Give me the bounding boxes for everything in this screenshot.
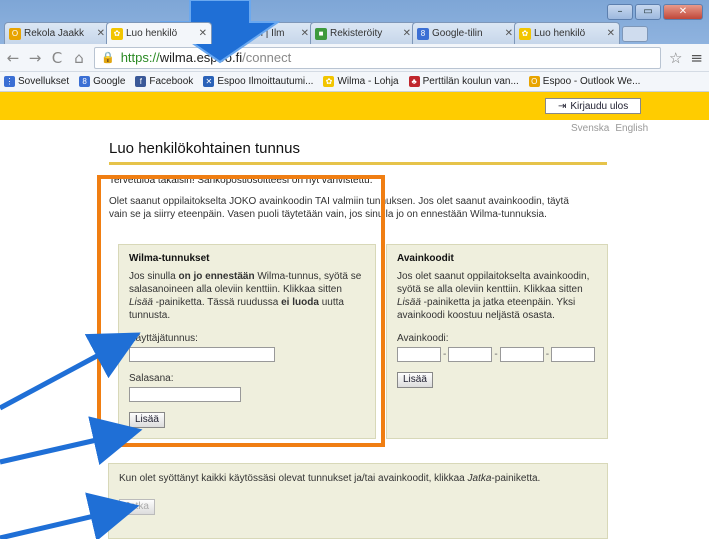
pointer-arrows <box>0 332 143 539</box>
bookmark-label: Espoo - Outlook We... <box>542 76 641 87</box>
browser-tab[interactable]: ■ Rekisteröity ✕ <box>310 22 416 44</box>
keycode-label: Avainkoodi: <box>397 333 449 344</box>
tab-favicon-icon: ✿ <box>519 27 531 40</box>
continue-text: Kun olet syöttänyt kaikki käytössäsi ole… <box>119 472 597 485</box>
bookmark-label: Espoo Ilmoittautumi... <box>217 76 314 87</box>
browser-tab[interactable]: ✿ Luo henkilö ✕ <box>514 22 620 44</box>
tab-favicon-icon: 8 <box>417 27 429 40</box>
browser-tab[interactable]: 8 Google-tilin ✕ <box>412 22 518 44</box>
maximize-button[interactable]: ▭ <box>635 4 661 20</box>
tab-close-icon[interactable]: ✕ <box>199 28 207 39</box>
keycode-part-2-input[interactable] <box>448 347 493 362</box>
language-links: Svenska English <box>571 123 648 134</box>
browser-window: – ▭ ✕ ORekola Jaakk✕✿Luo henkilö✕✿ospuu.… <box>0 0 709 539</box>
continue-text-italic: Jatka <box>467 473 492 484</box>
keycode-dash: - <box>545 349 550 360</box>
pointer-arrow-username <box>0 332 141 411</box>
tab-label: Luo henkilö <box>126 28 178 39</box>
keycode-fields: - - - <box>397 347 597 362</box>
lang-swedish-link[interactable]: Svenska <box>571 123 609 134</box>
close-window-button[interactable]: ✕ <box>663 4 703 20</box>
keycode-part-4-input[interactable] <box>551 347 596 362</box>
logout-label: Kirjaudu ulos <box>570 100 629 112</box>
new-tab-button[interactable] <box>622 26 648 42</box>
keycode-dash: - <box>494 349 498 360</box>
keycode-part-3-input[interactable] <box>499 347 544 362</box>
keycode-text-part: Jos olet saanut oppilaitokselta avainkoo… <box>397 271 590 295</box>
keycode-box: Avainkoodit Jos olet saanut oppilaitokse… <box>386 244 608 439</box>
lang-english-link[interactable]: English <box>615 123 648 134</box>
bookmark-favicon-icon: ✿ <box>323 76 335 87</box>
keycode-box-text: Jos olet saanut oppilaitokselta avainkoo… <box>397 270 597 322</box>
tab-favicon-icon: ✿ <box>111 27 123 40</box>
bookmark-item[interactable]: ♣ Perttilän koulun van... <box>408 76 519 87</box>
tab-close-icon[interactable]: ✕ <box>607 28 615 39</box>
tab-close-icon[interactable]: ✕ <box>403 28 411 39</box>
menu-icon[interactable]: ≡ <box>690 49 703 67</box>
logout-icon: ⇥ <box>558 100 567 112</box>
tab-label: Rekisteröity <box>330 28 383 39</box>
bookmark-item[interactable]: ✕ Espoo Ilmoittautumi... <box>203 76 313 87</box>
tab-favicon-icon: ■ <box>315 27 327 40</box>
continue-text-part: -painiketta. <box>491 473 541 484</box>
tab-close-icon[interactable]: ✕ <box>505 28 513 39</box>
keycode-add-button[interactable]: Lisää <box>397 372 433 388</box>
window-controls: – ▭ ✕ <box>607 4 703 20</box>
title-rule <box>109 162 607 165</box>
bookmark-favicon-icon: O <box>528 76 540 87</box>
keycode-text-part: -painiketta ja jatka eteenpäin. Yksi ava… <box>397 297 576 321</box>
tab-label: Luo henkilö <box>534 28 586 39</box>
bookmark-label: Wilma - Lohja <box>337 76 399 87</box>
keycode-dash: - <box>443 349 447 360</box>
pointer-arrow-add <box>0 416 143 466</box>
pointer-arrow-continue <box>0 492 140 539</box>
keycode-box-title: Avainkoodit <box>397 253 454 264</box>
bookmark-item[interactable]: ✿ Wilma - Lohja <box>323 76 399 87</box>
keycode-text-italic: Lisää <box>397 297 421 308</box>
continue-box: Kun olet syöttänyt kaikki käytössäsi ole… <box>108 463 608 539</box>
minimize-button[interactable]: – <box>607 4 633 20</box>
bookmark-item[interactable]: O Espoo - Outlook We... <box>528 76 641 87</box>
tab-label: Google-tilin <box>432 28 483 39</box>
keycode-part-1-input[interactable] <box>397 347 441 362</box>
browser-tab[interactable]: ✿ Luo henkilö ✕ <box>106 22 212 44</box>
continue-text-part: Kun olet syöttänyt kaikki käytössäsi ole… <box>119 473 468 484</box>
logout-button[interactable]: ⇥ Kirjaudu ulos <box>545 98 642 114</box>
bookmark-star-icon[interactable]: ☆ <box>669 49 682 67</box>
bookmark-favicon-icon: ✕ <box>203 76 215 87</box>
bookmark-favicon-icon: ♣ <box>408 76 420 87</box>
bookmark-label: Perttilän koulun van... <box>422 76 519 87</box>
tab-close-icon[interactable]: ✕ <box>301 28 309 39</box>
